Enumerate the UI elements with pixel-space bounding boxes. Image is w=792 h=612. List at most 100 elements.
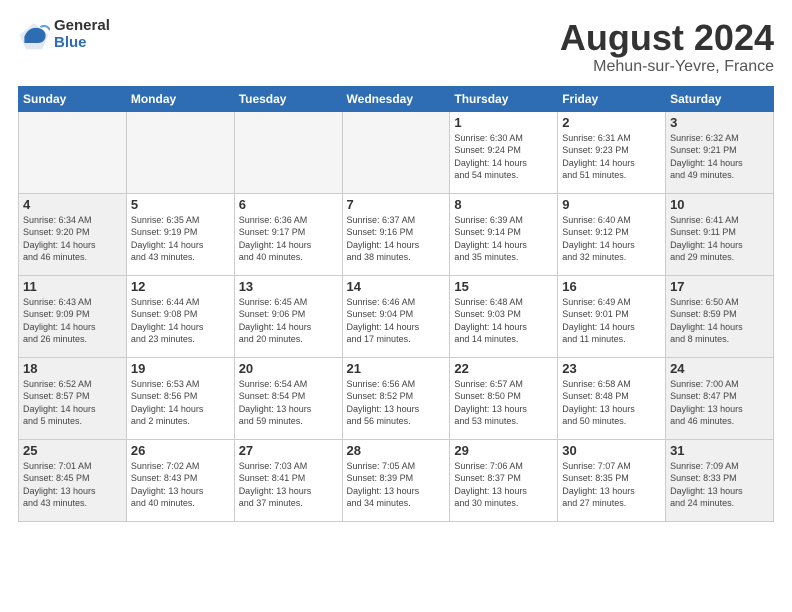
day-number: 21 — [347, 361, 446, 376]
col-tuesday: Tuesday — [234, 86, 342, 111]
col-friday: Friday — [558, 86, 666, 111]
day-cell — [342, 111, 450, 193]
day-number: 10 — [670, 197, 769, 212]
day-number: 29 — [454, 443, 553, 458]
day-cell: 3 Sunrise: 6:32 AMSunset: 9:21 PMDaylight… — [666, 111, 774, 193]
day-info: Sunrise: 6:35 AMSunset: 9:19 PMDaylight:… — [131, 214, 230, 264]
day-number: 18 — [23, 361, 122, 376]
day-info: Sunrise: 6:44 AMSunset: 9:08 PMDaylight:… — [131, 296, 230, 346]
col-saturday: Saturday — [666, 86, 774, 111]
day-cell: 27 Sunrise: 7:03 AMSunset: 8:41 PMDayligh… — [234, 439, 342, 521]
day-number: 27 — [239, 443, 338, 458]
day-info: Sunrise: 6:34 AMSunset: 9:20 PMDaylight:… — [23, 214, 122, 264]
day-number: 6 — [239, 197, 338, 212]
day-cell: 2 Sunrise: 6:31 AMSunset: 9:23 PMDaylight… — [558, 111, 666, 193]
day-number: 19 — [131, 361, 230, 376]
header: General Blue August 2024 Mehun-sur-Yevre… — [18, 18, 774, 76]
col-monday: Monday — [126, 86, 234, 111]
calendar-page: General Blue August 2024 Mehun-sur-Yevre… — [0, 0, 792, 532]
day-cell: 20 Sunrise: 6:54 AMSunset: 8:54 PMDayligh… — [234, 357, 342, 439]
day-info: Sunrise: 6:52 AMSunset: 8:57 PMDaylight:… — [23, 378, 122, 428]
day-number: 17 — [670, 279, 769, 294]
day-info: Sunrise: 6:40 AMSunset: 9:12 PMDaylight:… — [562, 214, 661, 264]
day-cell: 17 Sunrise: 6:50 AMSunset: 8:59 PMDayligh… — [666, 275, 774, 357]
day-info: Sunrise: 6:56 AMSunset: 8:52 PMDaylight:… — [347, 378, 446, 428]
day-info: Sunrise: 6:32 AMSunset: 9:21 PMDaylight:… — [670, 132, 769, 182]
day-info: Sunrise: 6:58 AMSunset: 8:48 PMDaylight:… — [562, 378, 661, 428]
day-number: 7 — [347, 197, 446, 212]
week-row-0: 1 Sunrise: 6:30 AMSunset: 9:24 PMDaylight… — [19, 111, 774, 193]
day-info: Sunrise: 7:09 AMSunset: 8:33 PMDaylight:… — [670, 460, 769, 510]
day-info: Sunrise: 7:07 AMSunset: 8:35 PMDaylight:… — [562, 460, 661, 510]
day-cell: 6Sunrise: 6:36 AMSunset: 9:17 PMDaylight… — [234, 193, 342, 275]
day-info: Sunrise: 6:43 AMSunset: 9:09 PMDaylight:… — [23, 296, 122, 346]
day-cell: 18 Sunrise: 6:52 AMSunset: 8:57 PMDayligh… — [19, 357, 127, 439]
day-info: Sunrise: 6:53 AMSunset: 8:56 PMDaylight:… — [131, 378, 230, 428]
day-cell: 11 Sunrise: 6:43 AMSunset: 9:09 PMDayligh… — [19, 275, 127, 357]
logo: General Blue — [18, 18, 110, 51]
day-cell: 4 Sunrise: 6:34 AMSunset: 9:20 PMDaylight… — [19, 193, 127, 275]
day-info: Sunrise: 7:01 AMSunset: 8:45 PMDaylight:… — [23, 460, 122, 510]
day-number: 14 — [347, 279, 446, 294]
week-row-3: 18 Sunrise: 6:52 AMSunset: 8:57 PMDayligh… — [19, 357, 774, 439]
week-row-2: 11 Sunrise: 6:43 AMSunset: 9:09 PMDayligh… — [19, 275, 774, 357]
day-cell: 26Sunrise: 7:02 AMSunset: 8:43 PMDayligh… — [126, 439, 234, 521]
day-number: 26 — [131, 443, 230, 458]
day-number: 3 — [670, 115, 769, 130]
day-number: 1 — [454, 115, 553, 130]
day-cell: 5Sunrise: 6:35 AMSunset: 9:19 PMDaylight… — [126, 193, 234, 275]
day-cell: 13Sunrise: 6:45 AMSunset: 9:06 PMDayligh… — [234, 275, 342, 357]
day-number: 4 — [23, 197, 122, 212]
title-block: August 2024 Mehun-sur-Yevre, France — [560, 18, 774, 76]
day-number: 11 — [23, 279, 122, 294]
day-cell: 22 Sunrise: 6:57 AMSunset: 8:50 PMDayligh… — [450, 357, 558, 439]
day-number: 9 — [562, 197, 661, 212]
day-number: 30 — [562, 443, 661, 458]
day-number: 22 — [454, 361, 553, 376]
day-cell: 19 Sunrise: 6:53 AMSunset: 8:56 PMDayligh… — [126, 357, 234, 439]
col-wednesday: Wednesday — [342, 86, 450, 111]
day-number: 20 — [239, 361, 338, 376]
day-cell: 16 Sunrise: 6:49 AMSunset: 9:01 PMDayligh… — [558, 275, 666, 357]
day-info: Sunrise: 7:03 AMSunset: 8:41 PMDaylight:… — [239, 460, 338, 510]
day-cell: 28Sunrise: 7:05 AMSunset: 8:39 PMDayligh… — [342, 439, 450, 521]
day-cell: 29 Sunrise: 7:06 AMSunset: 8:37 PMDayligh… — [450, 439, 558, 521]
day-number: 23 — [562, 361, 661, 376]
day-number: 31 — [670, 443, 769, 458]
day-cell — [19, 111, 127, 193]
month-title: August 2024 — [560, 18, 774, 58]
day-cell — [126, 111, 234, 193]
day-number: 16 — [562, 279, 661, 294]
day-info: Sunrise: 6:30 AMSunset: 9:24 PMDaylight:… — [454, 132, 553, 182]
day-cell: 31 Sunrise: 7:09 AMSunset: 8:33 PMDayligh… — [666, 439, 774, 521]
col-thursday: Thursday — [450, 86, 558, 111]
day-cell: 24Sunrise: 7:00 AMSunset: 8:47 PMDayligh… — [666, 357, 774, 439]
day-number: 2 — [562, 115, 661, 130]
day-info: Sunrise: 6:46 AMSunset: 9:04 PMDaylight:… — [347, 296, 446, 346]
day-cell: 7Sunrise: 6:37 AMSunset: 9:16 PMDaylight… — [342, 193, 450, 275]
day-number: 13 — [239, 279, 338, 294]
day-cell: 15Sunrise: 6:48 AMSunset: 9:03 PMDayligh… — [450, 275, 558, 357]
day-cell: 10Sunrise: 6:41 AMSunset: 9:11 PMDayligh… — [666, 193, 774, 275]
day-info: Sunrise: 6:50 AMSunset: 8:59 PMDaylight:… — [670, 296, 769, 346]
day-info: Sunrise: 6:31 AMSunset: 9:23 PMDaylight:… — [562, 132, 661, 182]
day-info: Sunrise: 6:49 AMSunset: 9:01 PMDaylight:… — [562, 296, 661, 346]
calendar-table: Sunday Monday Tuesday Wednesday Thursday… — [18, 86, 774, 522]
day-info: Sunrise: 6:57 AMSunset: 8:50 PMDaylight:… — [454, 378, 553, 428]
day-cell: 8Sunrise: 6:39 AMSunset: 9:14 PMDaylight… — [450, 193, 558, 275]
day-info: Sunrise: 6:54 AMSunset: 8:54 PMDaylight:… — [239, 378, 338, 428]
header-row: Sunday Monday Tuesday Wednesday Thursday… — [19, 86, 774, 111]
day-info: Sunrise: 7:06 AMSunset: 8:37 PMDaylight:… — [454, 460, 553, 510]
day-cell: 30 Sunrise: 7:07 AMSunset: 8:35 PMDayligh… — [558, 439, 666, 521]
location: Mehun-sur-Yevre, France — [560, 58, 774, 76]
week-row-1: 4 Sunrise: 6:34 AMSunset: 9:20 PMDaylight… — [19, 193, 774, 275]
day-number: 12 — [131, 279, 230, 294]
logo-general-text: General — [54, 18, 110, 35]
week-row-4: 25Sunrise: 7:01 AMSunset: 8:45 PMDayligh… — [19, 439, 774, 521]
day-info: Sunrise: 6:48 AMSunset: 9:03 PMDaylight:… — [454, 296, 553, 346]
col-sunday: Sunday — [19, 86, 127, 111]
day-cell: 25Sunrise: 7:01 AMSunset: 8:45 PMDayligh… — [19, 439, 127, 521]
day-cell: 12 Sunrise: 6:44 AMSunset: 9:08 PMDayligh… — [126, 275, 234, 357]
day-info: Sunrise: 7:05 AMSunset: 8:39 PMDaylight:… — [347, 460, 446, 510]
logo-icon — [18, 19, 50, 51]
